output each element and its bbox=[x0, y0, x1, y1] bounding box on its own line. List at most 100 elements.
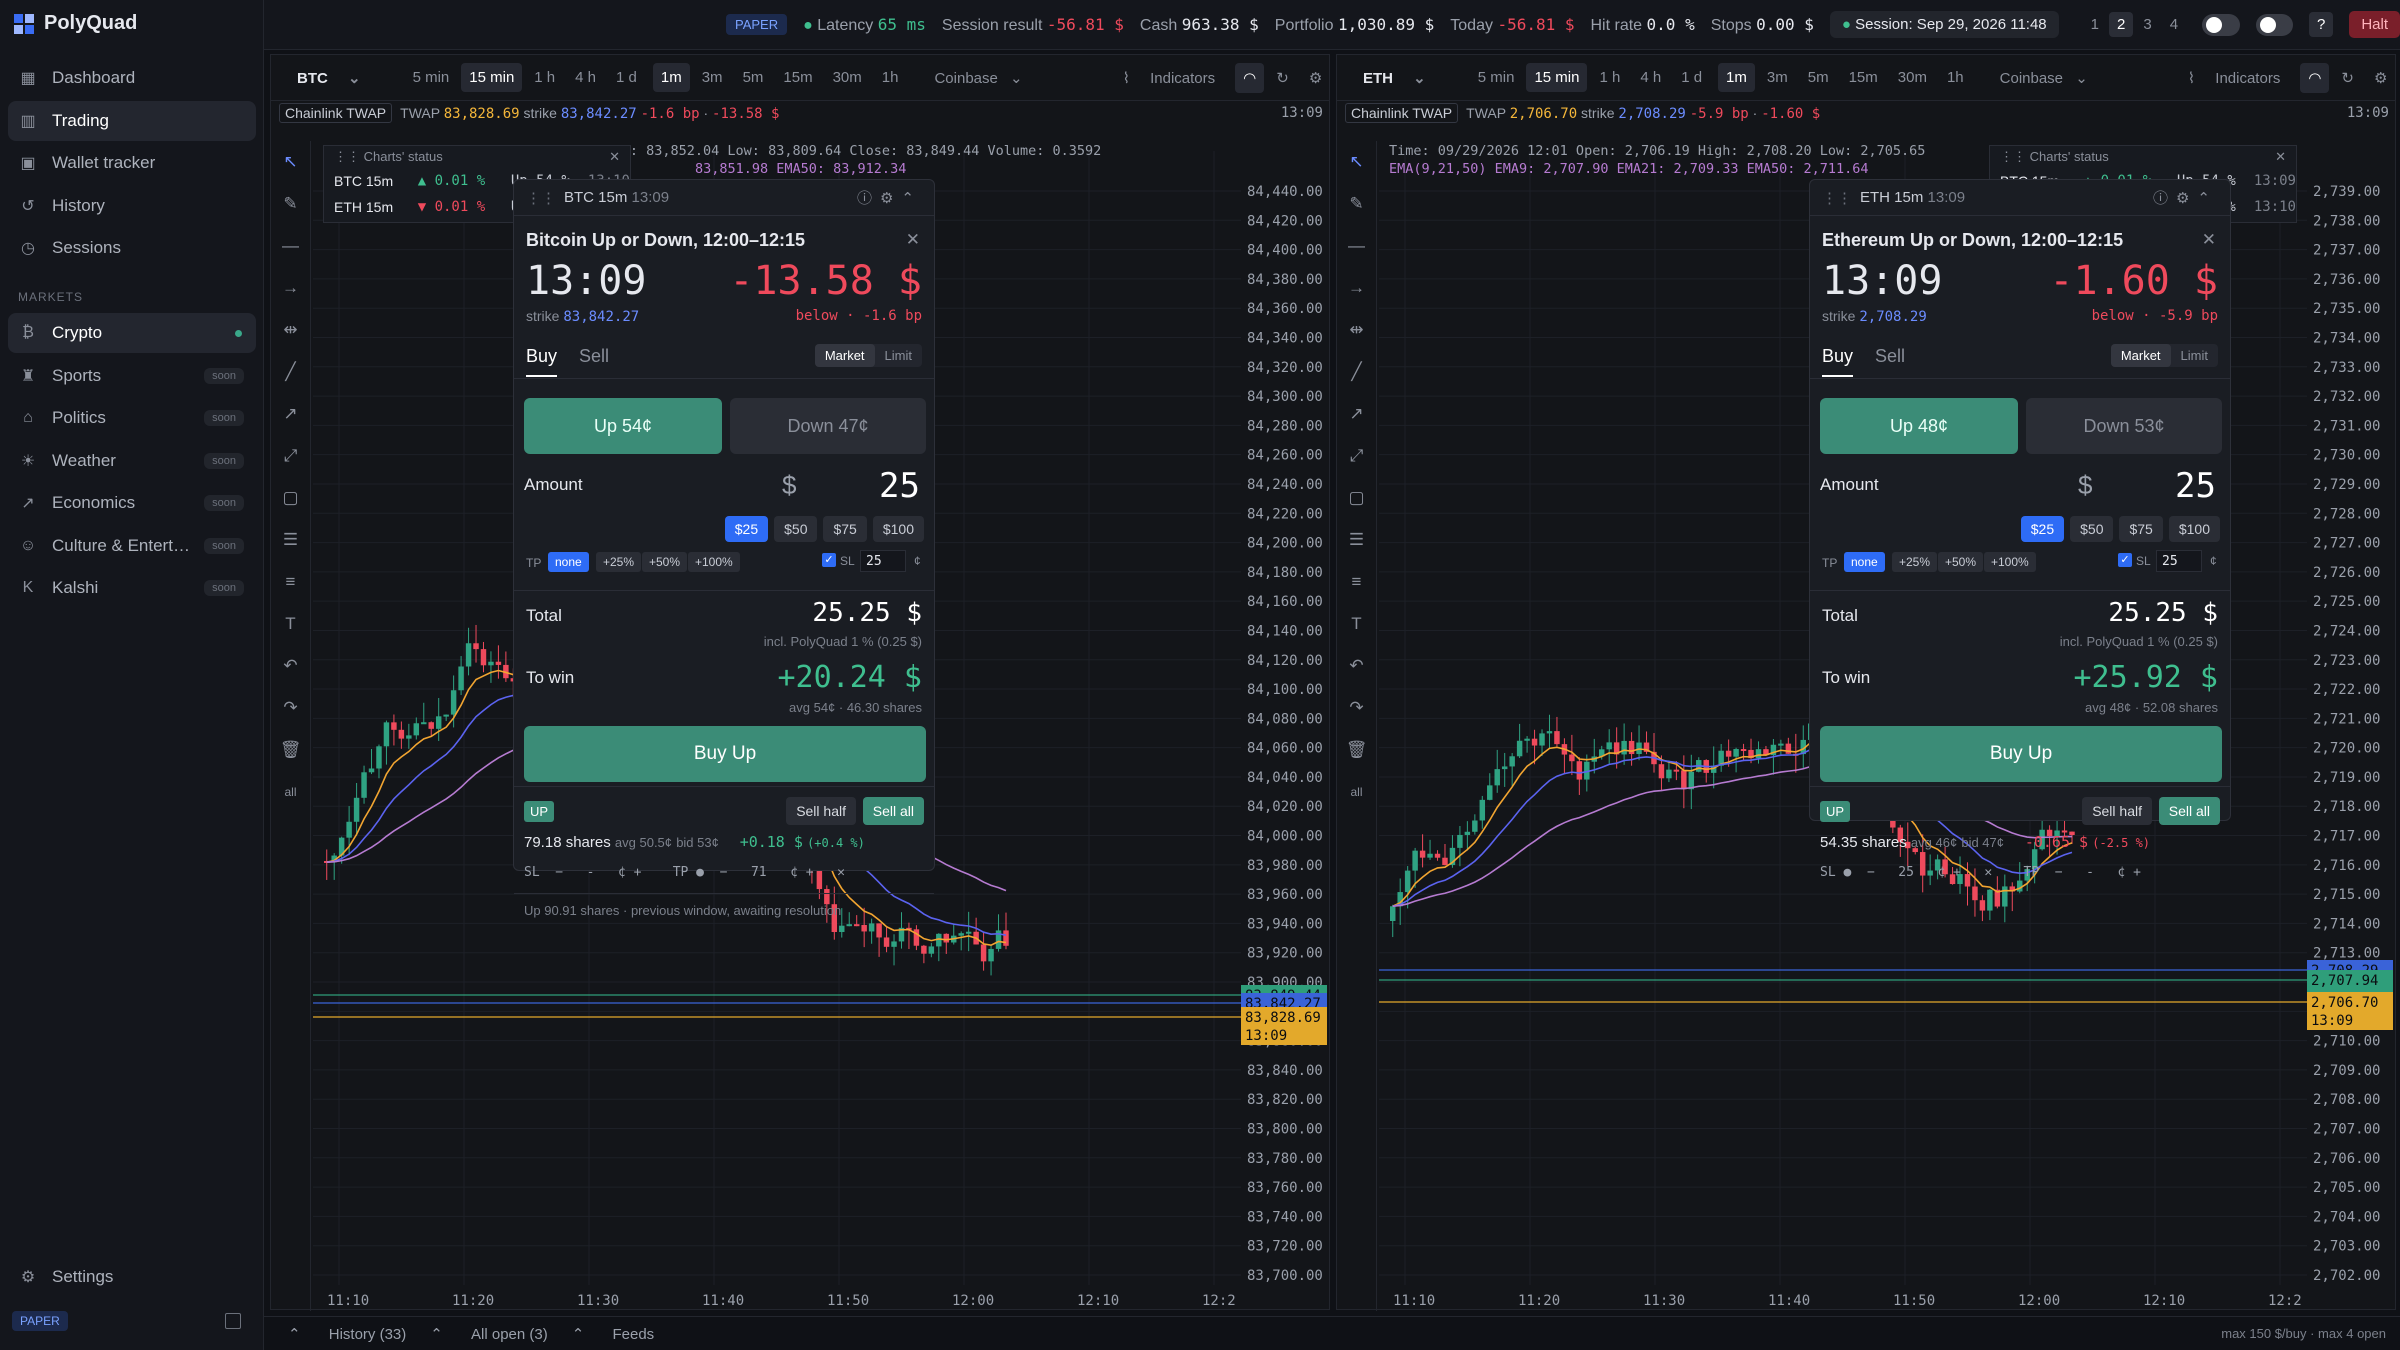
timeframe-tab[interactable]: 15 min bbox=[1526, 63, 1588, 92]
trendline-icon[interactable]: ╱ bbox=[271, 351, 310, 393]
sl-checkbox[interactable]: ✓ bbox=[2118, 553, 2132, 567]
all-button[interactable]: all bbox=[271, 771, 310, 813]
sidebar-item-trading[interactable]: ▥ Trading bbox=[8, 100, 256, 141]
interval-tab[interactable]: 5m bbox=[1800, 63, 1837, 92]
limit-option[interactable]: Limit bbox=[2171, 344, 2218, 367]
timeframe-tab[interactable]: 5 min bbox=[405, 63, 458, 92]
timeframe-tab[interactable]: 4 h bbox=[567, 63, 604, 92]
sidebar-item-settings[interactable]: ⚙ Settings bbox=[8, 1257, 256, 1297]
interval-tab[interactable]: 30m bbox=[1890, 63, 1935, 92]
sidebar-item-sessions[interactable]: ◷ Sessions bbox=[8, 228, 256, 268]
preset-button[interactable]: $25 bbox=[2020, 516, 2065, 542]
buy-up-button[interactable]: Buy Up bbox=[1820, 726, 2222, 782]
buy-tab[interactable]: Buy bbox=[526, 346, 558, 377]
interval-tab[interactable]: 3m bbox=[694, 63, 731, 92]
speed-icon[interactable]: ◠ bbox=[1235, 62, 1265, 93]
sidebar-item-wallet-tracker[interactable]: ▣ Wallet tracker bbox=[8, 143, 256, 183]
indicators-button[interactable]: ⌇ Indicators bbox=[2172, 63, 2297, 93]
amount-input[interactable]: 25 bbox=[2175, 466, 2216, 506]
interval-tab[interactable]: 3m bbox=[1759, 63, 1796, 92]
sell-all-button[interactable]: Sell all bbox=[862, 797, 924, 825]
market-item-3[interactable]: ☀ Weather soon bbox=[8, 441, 256, 481]
trash-icon[interactable]: 🗑 bbox=[271, 729, 310, 771]
timeframe-tab[interactable]: 1 d bbox=[608, 63, 645, 92]
up-outcome-button[interactable]: Up 48¢ bbox=[1820, 398, 2018, 454]
ray-icon[interactable]: ↗ bbox=[271, 393, 310, 435]
collapse-sidebar-icon[interactable] bbox=[225, 1313, 241, 1329]
interval-tab[interactable]: 1m bbox=[1718, 63, 1755, 92]
amount-input[interactable]: 25 bbox=[879, 466, 920, 506]
hline-icon[interactable]: — bbox=[271, 225, 310, 267]
arrow-line-icon[interactable]: → bbox=[271, 267, 310, 309]
reset-icon[interactable]: ↻ bbox=[2333, 63, 2362, 93]
theme-toggle[interactable] bbox=[2255, 13, 2293, 36]
down-outcome-button[interactable]: Down 47¢ bbox=[730, 398, 926, 454]
sell-tab[interactable]: Sell bbox=[1875, 346, 1905, 377]
indicators-button[interactable]: ⌇ Indicators bbox=[1107, 63, 1232, 93]
hline-icon[interactable]: — bbox=[1337, 225, 1376, 267]
tp-option[interactable]: +25% bbox=[596, 552, 642, 572]
market-item-1[interactable]: ♜ Sports soon bbox=[8, 356, 256, 396]
list-icon[interactable]: ☰ bbox=[1337, 519, 1376, 561]
split-icon[interactable]: ⇹ bbox=[271, 309, 310, 351]
ruler-icon[interactable]: ✎ bbox=[271, 183, 310, 225]
layout-2-button[interactable]: 2 bbox=[2109, 12, 2134, 37]
history-tab[interactable]: ⌃ History (33) bbox=[288, 1325, 406, 1343]
interval-tab[interactable]: 1h bbox=[1939, 63, 1972, 92]
split-icon[interactable]: ⇹ bbox=[1337, 309, 1376, 351]
interval-tab[interactable]: 30m bbox=[825, 63, 870, 92]
preset-button[interactable]: $100 bbox=[872, 516, 924, 542]
halt-button[interactable]: Halt bbox=[2349, 11, 2400, 38]
symbol-select[interactable]: BTC ⌄ bbox=[281, 63, 377, 93]
preset-button[interactable]: $50 bbox=[774, 516, 818, 542]
cursor-icon[interactable]: ↖ bbox=[271, 141, 310, 183]
sl-input[interactable]: 25 bbox=[860, 550, 906, 572]
tp-option[interactable]: none bbox=[548, 552, 589, 572]
rect-icon[interactable]: ▢ bbox=[1337, 477, 1376, 519]
buy-up-button[interactable]: Buy Up bbox=[524, 726, 926, 782]
speed-icon[interactable]: ◠ bbox=[2300, 62, 2330, 93]
buy-tab[interactable]: Buy bbox=[1822, 346, 1854, 377]
market-item-2[interactable]: ⌂ Politics soon bbox=[8, 398, 256, 438]
sell-half-button[interactable]: Sell half bbox=[786, 797, 856, 825]
layout-3-button[interactable]: 3 bbox=[2135, 12, 2159, 37]
down-outcome-button[interactable]: Down 53¢ bbox=[2026, 398, 2222, 454]
layout-4-button[interactable]: 4 bbox=[2162, 12, 2186, 37]
interval-tab[interactable]: 1h bbox=[874, 63, 907, 92]
preset-button[interactable]: $75 bbox=[823, 516, 867, 542]
extend-icon[interactable]: ⤢ bbox=[271, 435, 310, 477]
interval-tab[interactable]: 15m bbox=[1841, 63, 1886, 92]
rect-icon[interactable]: ▢ bbox=[271, 477, 310, 519]
bullet-icon[interactable]: ≡ bbox=[1337, 561, 1376, 603]
limit-option[interactable]: Limit bbox=[875, 344, 922, 367]
trendline-icon[interactable]: ╱ bbox=[1337, 351, 1376, 393]
close-icon[interactable]: ✕ bbox=[2202, 230, 2216, 250]
timeframe-tab[interactable]: 1 h bbox=[526, 63, 563, 92]
timeframe-tab[interactable]: 15 min bbox=[461, 63, 523, 92]
layout-1-button[interactable]: 1 bbox=[2083, 12, 2107, 37]
interval-tab[interactable]: 5m bbox=[735, 63, 772, 92]
sl-tp-controls[interactable]: SL ● − 25 ¢ + ✕ TP − - ¢ + bbox=[1820, 865, 2141, 880]
sidebar-item-history[interactable]: ↺ History bbox=[8, 186, 256, 226]
timeframe-tab[interactable]: 1 h bbox=[1591, 63, 1628, 92]
all-button[interactable]: all bbox=[1337, 771, 1376, 813]
sl-checkbox[interactable]: ✓ bbox=[822, 553, 836, 567]
tp-option[interactable]: none bbox=[1844, 552, 1885, 572]
sl-input[interactable]: 25 bbox=[2156, 550, 2202, 572]
list-icon[interactable]: ☰ bbox=[271, 519, 310, 561]
source-select[interactable]: Coinbase ⌄ bbox=[918, 63, 1030, 93]
tp-option[interactable]: +50% bbox=[1938, 552, 1984, 572]
text-icon[interactable]: T bbox=[1337, 603, 1376, 645]
market-item-5[interactable]: ☺ Culture & Entert… soon bbox=[8, 526, 256, 566]
sell-half-button[interactable]: Sell half bbox=[2082, 797, 2152, 825]
undo-icon[interactable]: ↶ bbox=[1337, 645, 1376, 687]
session-chip[interactable]: ● Session: Sep 29, 2026 11:48 bbox=[1829, 11, 2059, 38]
market-item-0[interactable]: ₿ Crypto bbox=[8, 313, 256, 353]
trash-icon[interactable]: 🗑 bbox=[1337, 729, 1376, 771]
cursor-icon[interactable]: ↖ bbox=[1337, 141, 1376, 183]
ruler-icon[interactable]: ✎ bbox=[1337, 183, 1376, 225]
gear-icon[interactable]: ⚙ bbox=[2366, 63, 2395, 93]
timeframe-tab[interactable]: 1 d bbox=[1673, 63, 1710, 92]
market-option[interactable]: Market bbox=[814, 344, 875, 367]
up-outcome-button[interactable]: Up 54¢ bbox=[524, 398, 722, 454]
